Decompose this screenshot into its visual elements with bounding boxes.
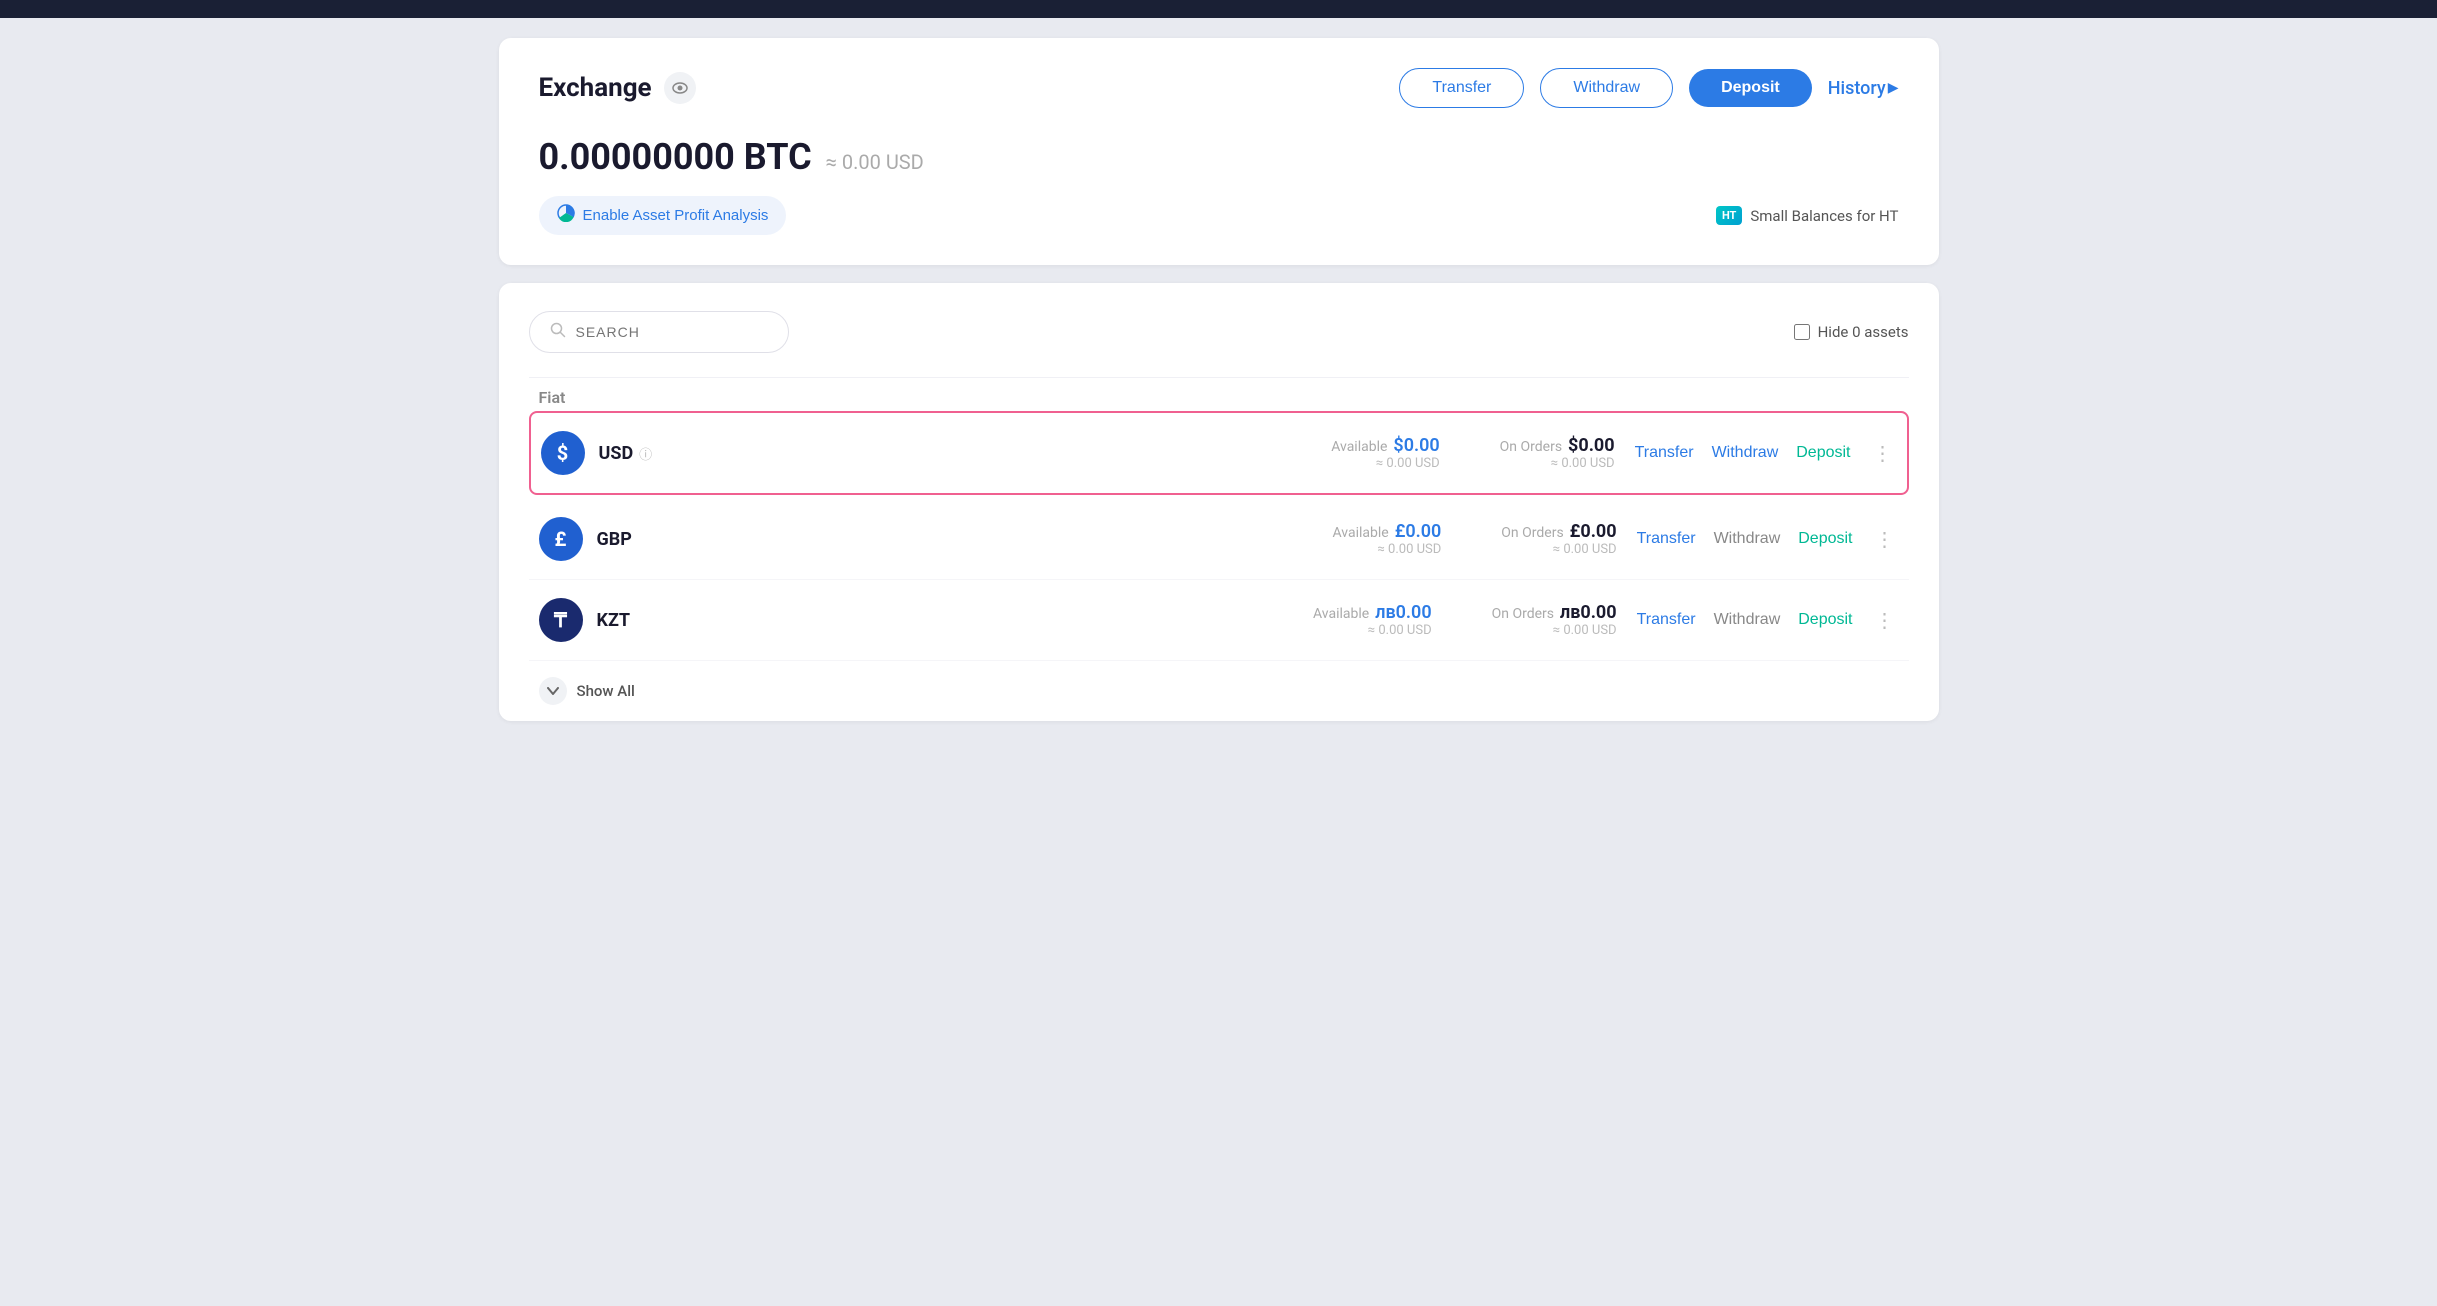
orders-value-kzt: лв0.00 [1560, 602, 1617, 623]
search-input[interactable] [576, 324, 768, 340]
ht-badge: HT [1716, 206, 1742, 225]
more-btn-kzt[interactable]: ⋮ [1871, 608, 1899, 632]
coin-name-usd: USD ⓘ [599, 443, 719, 464]
gbp-coin-icon: £ [539, 517, 583, 561]
more-btn-gbp[interactable]: ⋮ [1871, 527, 1899, 551]
withdraw-btn-kzt[interactable]: Withdraw [1714, 611, 1781, 629]
orders-value-gbp: £0.00 [1570, 521, 1617, 542]
available-label-usd: Available [1331, 439, 1387, 455]
available-usd-kzt: ≈ 0.00 USD [1368, 623, 1432, 638]
pie-chart-icon [557, 204, 575, 227]
transfer-btn-usd[interactable]: Transfer [1635, 444, 1694, 462]
toggle-visibility-button[interactable] [664, 72, 696, 104]
table-row: £ GBP Available £0.00 ≈ 0.00 USD On O [529, 499, 1909, 580]
search-icon [550, 322, 566, 342]
info-icon-usd[interactable]: ⓘ [639, 444, 652, 463]
hide-zero-checkbox[interactable] [1794, 324, 1810, 340]
exchange-card: Exchange Transfer Withdraw Deposit Histo… [499, 38, 1939, 265]
show-all-row[interactable]: Show All [529, 661, 1909, 721]
orders-label-kzt: On Orders [1492, 606, 1554, 622]
available-value-kzt: лв0.00 [1375, 602, 1431, 623]
transfer-btn-gbp[interactable]: Transfer [1637, 530, 1696, 548]
available-label-gbp: Available [1332, 525, 1388, 541]
exchange-title-row: Exchange [539, 72, 696, 104]
assets-card: Hide 0 assets Fiat $ USD ⓘ Available $0.… [499, 283, 1939, 721]
small-balances-label: Small Balances for HT [1750, 207, 1898, 225]
search-box[interactable] [529, 311, 789, 353]
show-all-label: Show All [577, 682, 635, 700]
balance-row: 0.00000000 BTC ≈ 0.00 USD [539, 136, 1899, 178]
deposit-btn-gbp[interactable]: Deposit [1798, 530, 1852, 548]
actions-usd: Transfer Withdraw Deposit ⋮ [1635, 441, 1897, 465]
fiat-section-label: Fiat [529, 377, 1909, 407]
table-row: ₸ KZT Available лв0.00 ≈ 0.00 USD On [529, 580, 1909, 661]
orders-usd-gbp: ≈ 0.00 USD [1553, 542, 1617, 557]
coin-symbol-gbp: GBP [597, 529, 632, 550]
coin-symbol-kzt: KZT [597, 610, 631, 631]
coin-name-kzt: KZT [597, 610, 717, 631]
available-label-kzt: Available [1313, 606, 1369, 622]
orders-label-gbp: On Orders [1501, 525, 1563, 541]
more-btn-usd[interactable]: ⋮ [1869, 441, 1897, 465]
enable-analysis-button[interactable]: Enable Asset Profit Analysis [539, 196, 787, 235]
available-usd-gbp: ≈ 0.00 USD [1377, 542, 1441, 557]
exchange-header: Exchange Transfer Withdraw Deposit Histo… [539, 68, 1899, 108]
transfer-button[interactable]: Transfer [1399, 68, 1524, 108]
orders-usd-kzt: ≈ 0.00 USD [1553, 623, 1617, 638]
top-bar [0, 0, 2437, 18]
header-actions: Transfer Withdraw Deposit History ▶ [1399, 68, 1898, 108]
history-arrow-icon: ▶ [1888, 80, 1899, 96]
deposit-button[interactable]: Deposit [1689, 69, 1812, 107]
page-title: Exchange [539, 73, 652, 103]
deposit-btn-kzt[interactable]: Deposit [1798, 611, 1852, 629]
usd-coin-icon: $ [541, 431, 585, 475]
history-link[interactable]: History ▶ [1828, 78, 1899, 99]
actions-gbp: Transfer Withdraw Deposit ⋮ [1637, 527, 1899, 551]
balance-usd: ≈ 0.00 USD [826, 150, 924, 174]
withdraw-btn-usd[interactable]: Withdraw [1712, 444, 1779, 462]
actions-kzt: Transfer Withdraw Deposit ⋮ [1637, 608, 1899, 632]
table-row: $ USD ⓘ Available $0.00 ≈ 0.00 USD [529, 411, 1909, 495]
withdraw-btn-gbp[interactable]: Withdraw [1714, 530, 1781, 548]
coin-name-gbp: GBP [597, 529, 717, 550]
coin-symbol-usd: USD [599, 443, 634, 464]
available-value-usd: $0.00 [1393, 435, 1439, 456]
orders-label-usd: On Orders [1500, 439, 1562, 455]
orders-usd-usd: ≈ 0.00 USD [1551, 456, 1615, 471]
kzt-coin-icon: ₸ [539, 598, 583, 642]
chevron-down-icon [539, 677, 567, 705]
orders-value-usd: $0.00 [1568, 435, 1615, 456]
main-container: Exchange Transfer Withdraw Deposit Histo… [469, 18, 1969, 741]
deposit-btn-usd[interactable]: Deposit [1796, 444, 1850, 462]
available-value-gbp: £0.00 [1395, 521, 1442, 542]
asset-analysis-row: Enable Asset Profit Analysis HT Small Ba… [539, 196, 1899, 235]
hide-zero-row: Hide 0 assets [1794, 323, 1909, 341]
hide-zero-label: Hide 0 assets [1818, 323, 1909, 341]
fiat-section: Fiat $ USD ⓘ Available $0.00 ≈ 0.00 USD [529, 377, 1909, 721]
transfer-btn-kzt[interactable]: Transfer [1637, 611, 1696, 629]
withdraw-button[interactable]: Withdraw [1540, 68, 1673, 108]
search-row: Hide 0 assets [529, 311, 1909, 353]
available-usd-usd: ≈ 0.00 USD [1376, 456, 1440, 471]
enable-analysis-label: Enable Asset Profit Analysis [583, 207, 769, 224]
balance-btc: 0.00000000 BTC [539, 136, 812, 178]
small-balances[interactable]: HT Small Balances for HT [1716, 206, 1899, 225]
